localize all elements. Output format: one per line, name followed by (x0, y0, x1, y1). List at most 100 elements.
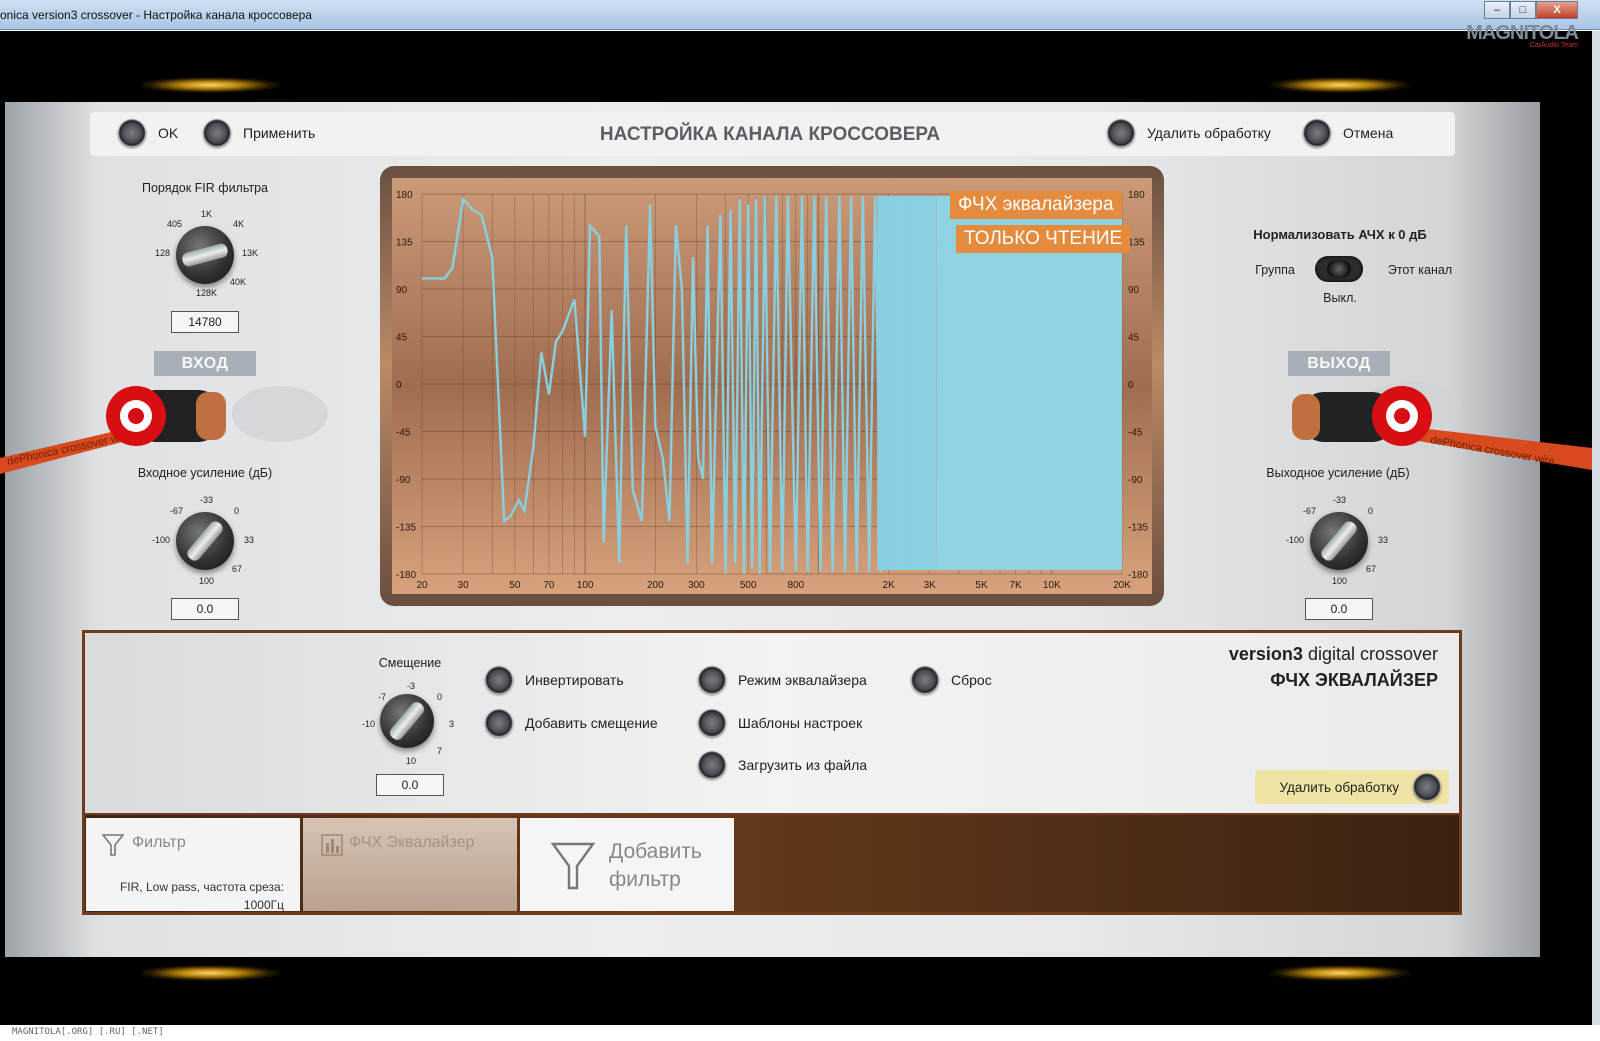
minimize-button[interactable]: – (1484, 1, 1510, 19)
y-tick-label: -90 (396, 475, 411, 486)
cancel-label: Отмена (1343, 125, 1394, 141)
ok-label: OK (158, 125, 179, 141)
led-icon (911, 666, 939, 694)
led-icon (485, 709, 513, 737)
normalize-group-label: Группа (1255, 263, 1295, 277)
add-shift-button[interactable]: Добавить смещение (485, 709, 658, 737)
x-tick-label: 20K (1113, 580, 1131, 591)
input-gain-tick: -100 (152, 535, 171, 545)
remove-eq-processing-button[interactable]: Удалить обработку (1255, 770, 1449, 804)
product-name-bold: version3 (1228, 644, 1303, 664)
toggle-knob (1327, 260, 1351, 278)
equalizer-icon (321, 834, 343, 856)
filter-tab-freq: 1000Гц (243, 898, 284, 912)
input-gain-tick: 33 (244, 535, 255, 545)
output-gain-tick: -67 (1303, 506, 1317, 516)
input-gain-tick: -67 (170, 506, 184, 516)
shift-tick: -3 (407, 681, 416, 691)
window-right-edge (1592, 31, 1600, 1025)
presets-button[interactable]: Шаблоны настроек (698, 709, 862, 737)
input-gain-label: Входное усиление (дБ) (137, 466, 273, 480)
load-from-file-button[interactable]: Загрузить из файла (698, 751, 867, 779)
x-tick-label: 10K (1043, 580, 1061, 591)
shift-knob[interactable] (380, 694, 434, 748)
apply-button[interactable]: Применить (203, 119, 315, 147)
eq-tab[interactable]: ФЧХ Эквалайзер (303, 818, 517, 911)
reset-button[interactable]: Сброс (911, 666, 992, 694)
eq-mode-button[interactable]: Режим эквалайзера (698, 666, 867, 694)
output-gain-knob[interactable] (1310, 512, 1368, 570)
output-tag: ВЫХОД (1288, 351, 1390, 376)
y-tick-label: 90 (1128, 285, 1140, 296)
shift-tick: 0 (437, 692, 443, 702)
y-tick-label: 180 (396, 190, 413, 201)
input-gain-tick: 67 (232, 564, 243, 574)
knob-indicator (180, 242, 230, 268)
input-cable-label: dePhonica crossover wire (6, 430, 132, 468)
window-controls: – □ X (1484, 1, 1578, 19)
led-icon (698, 751, 726, 779)
output-gain-tick: -100 (1286, 535, 1305, 545)
fir-order-knob[interactable] (176, 226, 234, 284)
normalize-channel-label: Этот канал (1387, 263, 1453, 277)
x-tick-label: 500 (740, 580, 757, 591)
funnel-icon (550, 842, 596, 890)
lamp-glow (1270, 77, 1410, 93)
led-icon (118, 119, 146, 147)
output-gain-tick: 67 (1366, 564, 1377, 574)
normalize-toggle[interactable] (1315, 256, 1363, 282)
y-tick-label: -180 (1128, 570, 1148, 581)
output-gain-label: Выходное усиление (дБ) (1266, 466, 1410, 480)
led-icon (1413, 773, 1441, 801)
output-gain-value[interactable]: 0.0 (1305, 598, 1373, 620)
add-filter-button[interactable]: Добавить фильтр (520, 818, 734, 911)
fir-tick: 13K (242, 248, 259, 258)
product-name: version3 digital crossover (1229, 644, 1438, 665)
input-cable-icon: dePhonica crossover wire (0, 386, 328, 474)
y-tick-label: -180 (396, 570, 416, 581)
led-icon (698, 666, 726, 694)
x-tick-label: 20 (416, 580, 428, 591)
input-gain-knob[interactable] (176, 512, 234, 570)
maximize-button[interactable]: □ (1510, 1, 1536, 19)
y-tick-label: -45 (1128, 428, 1143, 439)
close-button[interactable]: X (1536, 1, 1578, 19)
add-shift-label: Добавить смещение (525, 715, 658, 731)
add-filter-line2: фильтр (609, 868, 681, 891)
input-gain-tick: 100 (199, 576, 215, 586)
ok-button[interactable]: OK (118, 119, 178, 147)
add-filter-line1: Добавить (609, 840, 702, 863)
fir-tick: 128 (155, 248, 171, 258)
fir-order-value[interactable]: 14780 (171, 311, 239, 333)
eq-mode-label: Режим эквалайзера (738, 672, 867, 688)
x-tick-label: 800 (787, 580, 804, 591)
y-tick-label: -45 (396, 428, 411, 439)
led-icon (1107, 119, 1135, 147)
eq-overlay-label: ФЧХ эквалайзера (950, 191, 1122, 219)
shift-value[interactable]: 0.0 (376, 774, 444, 796)
y-tick-label: 135 (396, 238, 413, 249)
led-icon (203, 119, 231, 147)
fir-tick: 128K (196, 288, 218, 298)
section-title: ФЧХ ЭКВАЛАЙЗЕР (1270, 670, 1438, 690)
input-gain-value[interactable]: 0.0 (171, 598, 239, 620)
x-tick-label: 3K (924, 580, 937, 591)
y-tick-label: -90 (1128, 475, 1143, 486)
y-tick-label: 0 (1128, 380, 1134, 391)
output-gain-tick: 100 (1332, 576, 1348, 586)
remove-processing-label: Удалить обработку (1147, 125, 1271, 141)
input-tag: ВХОД (154, 351, 256, 376)
x-tick-label: 100 (577, 580, 594, 591)
filter-tab-title: Фильтр (132, 834, 186, 851)
shift-tick: -7 (378, 692, 387, 702)
x-tick-label: 2K (883, 580, 896, 591)
filter-tab[interactable]: Фильтр FIR, Low pass, частота среза: 100… (86, 818, 300, 912)
invert-button[interactable]: Инвертировать (485, 666, 624, 694)
output-gain-tick: 33 (1378, 535, 1389, 545)
shift-tick: 7 (437, 746, 443, 756)
y-tick-label: 135 (1128, 238, 1145, 249)
output-gain-tick: 0 (1368, 506, 1374, 516)
page-title: НАСТРОЙКА КАНАЛА КРОССОВЕРА (599, 124, 941, 145)
remove-processing-button[interactable]: Удалить обработку (1107, 119, 1271, 147)
cancel-button[interactable]: Отмена (1303, 119, 1393, 147)
